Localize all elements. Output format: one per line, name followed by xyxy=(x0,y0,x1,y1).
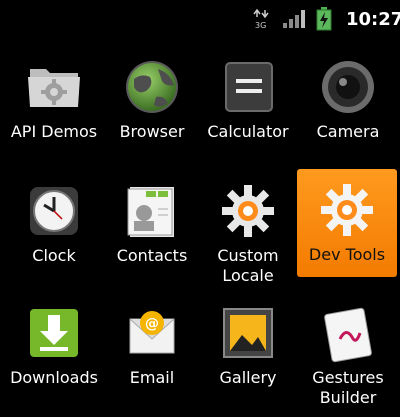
app-label: Custom Locale xyxy=(217,246,279,285)
app-api-demos[interactable]: API Demos xyxy=(4,38,104,158)
svg-text:3G: 3G xyxy=(255,21,266,30)
app-gallery[interactable]: Gallery xyxy=(198,284,298,404)
app-label: Camera xyxy=(316,122,380,141)
app-clock[interactable]: Clock xyxy=(4,162,104,282)
picture-frame-icon xyxy=(216,301,280,365)
app-custom-locale[interactable]: Custom Locale xyxy=(198,162,298,285)
app-downloads[interactable]: Downloads xyxy=(4,284,104,404)
calculator-icon xyxy=(216,55,280,119)
email-envelope-icon: @ xyxy=(120,301,184,365)
app-label: Gallery xyxy=(219,368,277,387)
download-arrow-icon xyxy=(22,301,86,365)
app-browser[interactable]: Browser xyxy=(102,38,202,158)
app-drawer-grid: API Demos Browser Calculator Camera Cloc… xyxy=(0,38,400,417)
globe-icon xyxy=(120,55,184,119)
battery-charging-icon xyxy=(316,0,334,38)
camera-lens-icon xyxy=(316,55,380,119)
folder-gear-icon xyxy=(22,55,86,119)
status-clock: 10:27 xyxy=(346,8,400,30)
svg-text:@: @ xyxy=(145,316,159,332)
3g-data-icon: 3G xyxy=(252,0,272,38)
app-label: Contacts xyxy=(116,246,188,265)
app-label: Browser xyxy=(119,122,185,141)
app-label: Email xyxy=(129,368,175,387)
app-camera[interactable]: Camera xyxy=(298,38,398,158)
app-gestures-builder[interactable]: Gestures Builder xyxy=(298,284,398,407)
app-contacts[interactable]: Contacts xyxy=(102,162,202,282)
app-label: API Demos xyxy=(10,122,98,141)
app-label: Dev Tools xyxy=(308,245,386,264)
app-label: Gestures Builder xyxy=(312,368,384,407)
app-email[interactable]: @ Email xyxy=(102,284,202,404)
gear-icon xyxy=(315,178,379,242)
app-label: Clock xyxy=(32,246,76,265)
app-label: Calculator xyxy=(207,122,289,141)
contacts-card-icon xyxy=(120,179,184,243)
signal-strength-icon xyxy=(282,0,306,38)
status-bar: 3G 10:27 xyxy=(0,0,400,38)
app-dev-tools[interactable]: Dev Tools xyxy=(297,169,397,277)
gear-icon xyxy=(216,179,280,243)
gesture-pad-icon xyxy=(316,301,380,365)
clock-icon xyxy=(22,179,86,243)
app-calculator[interactable]: Calculator xyxy=(198,38,298,158)
app-label: Downloads xyxy=(10,368,98,387)
